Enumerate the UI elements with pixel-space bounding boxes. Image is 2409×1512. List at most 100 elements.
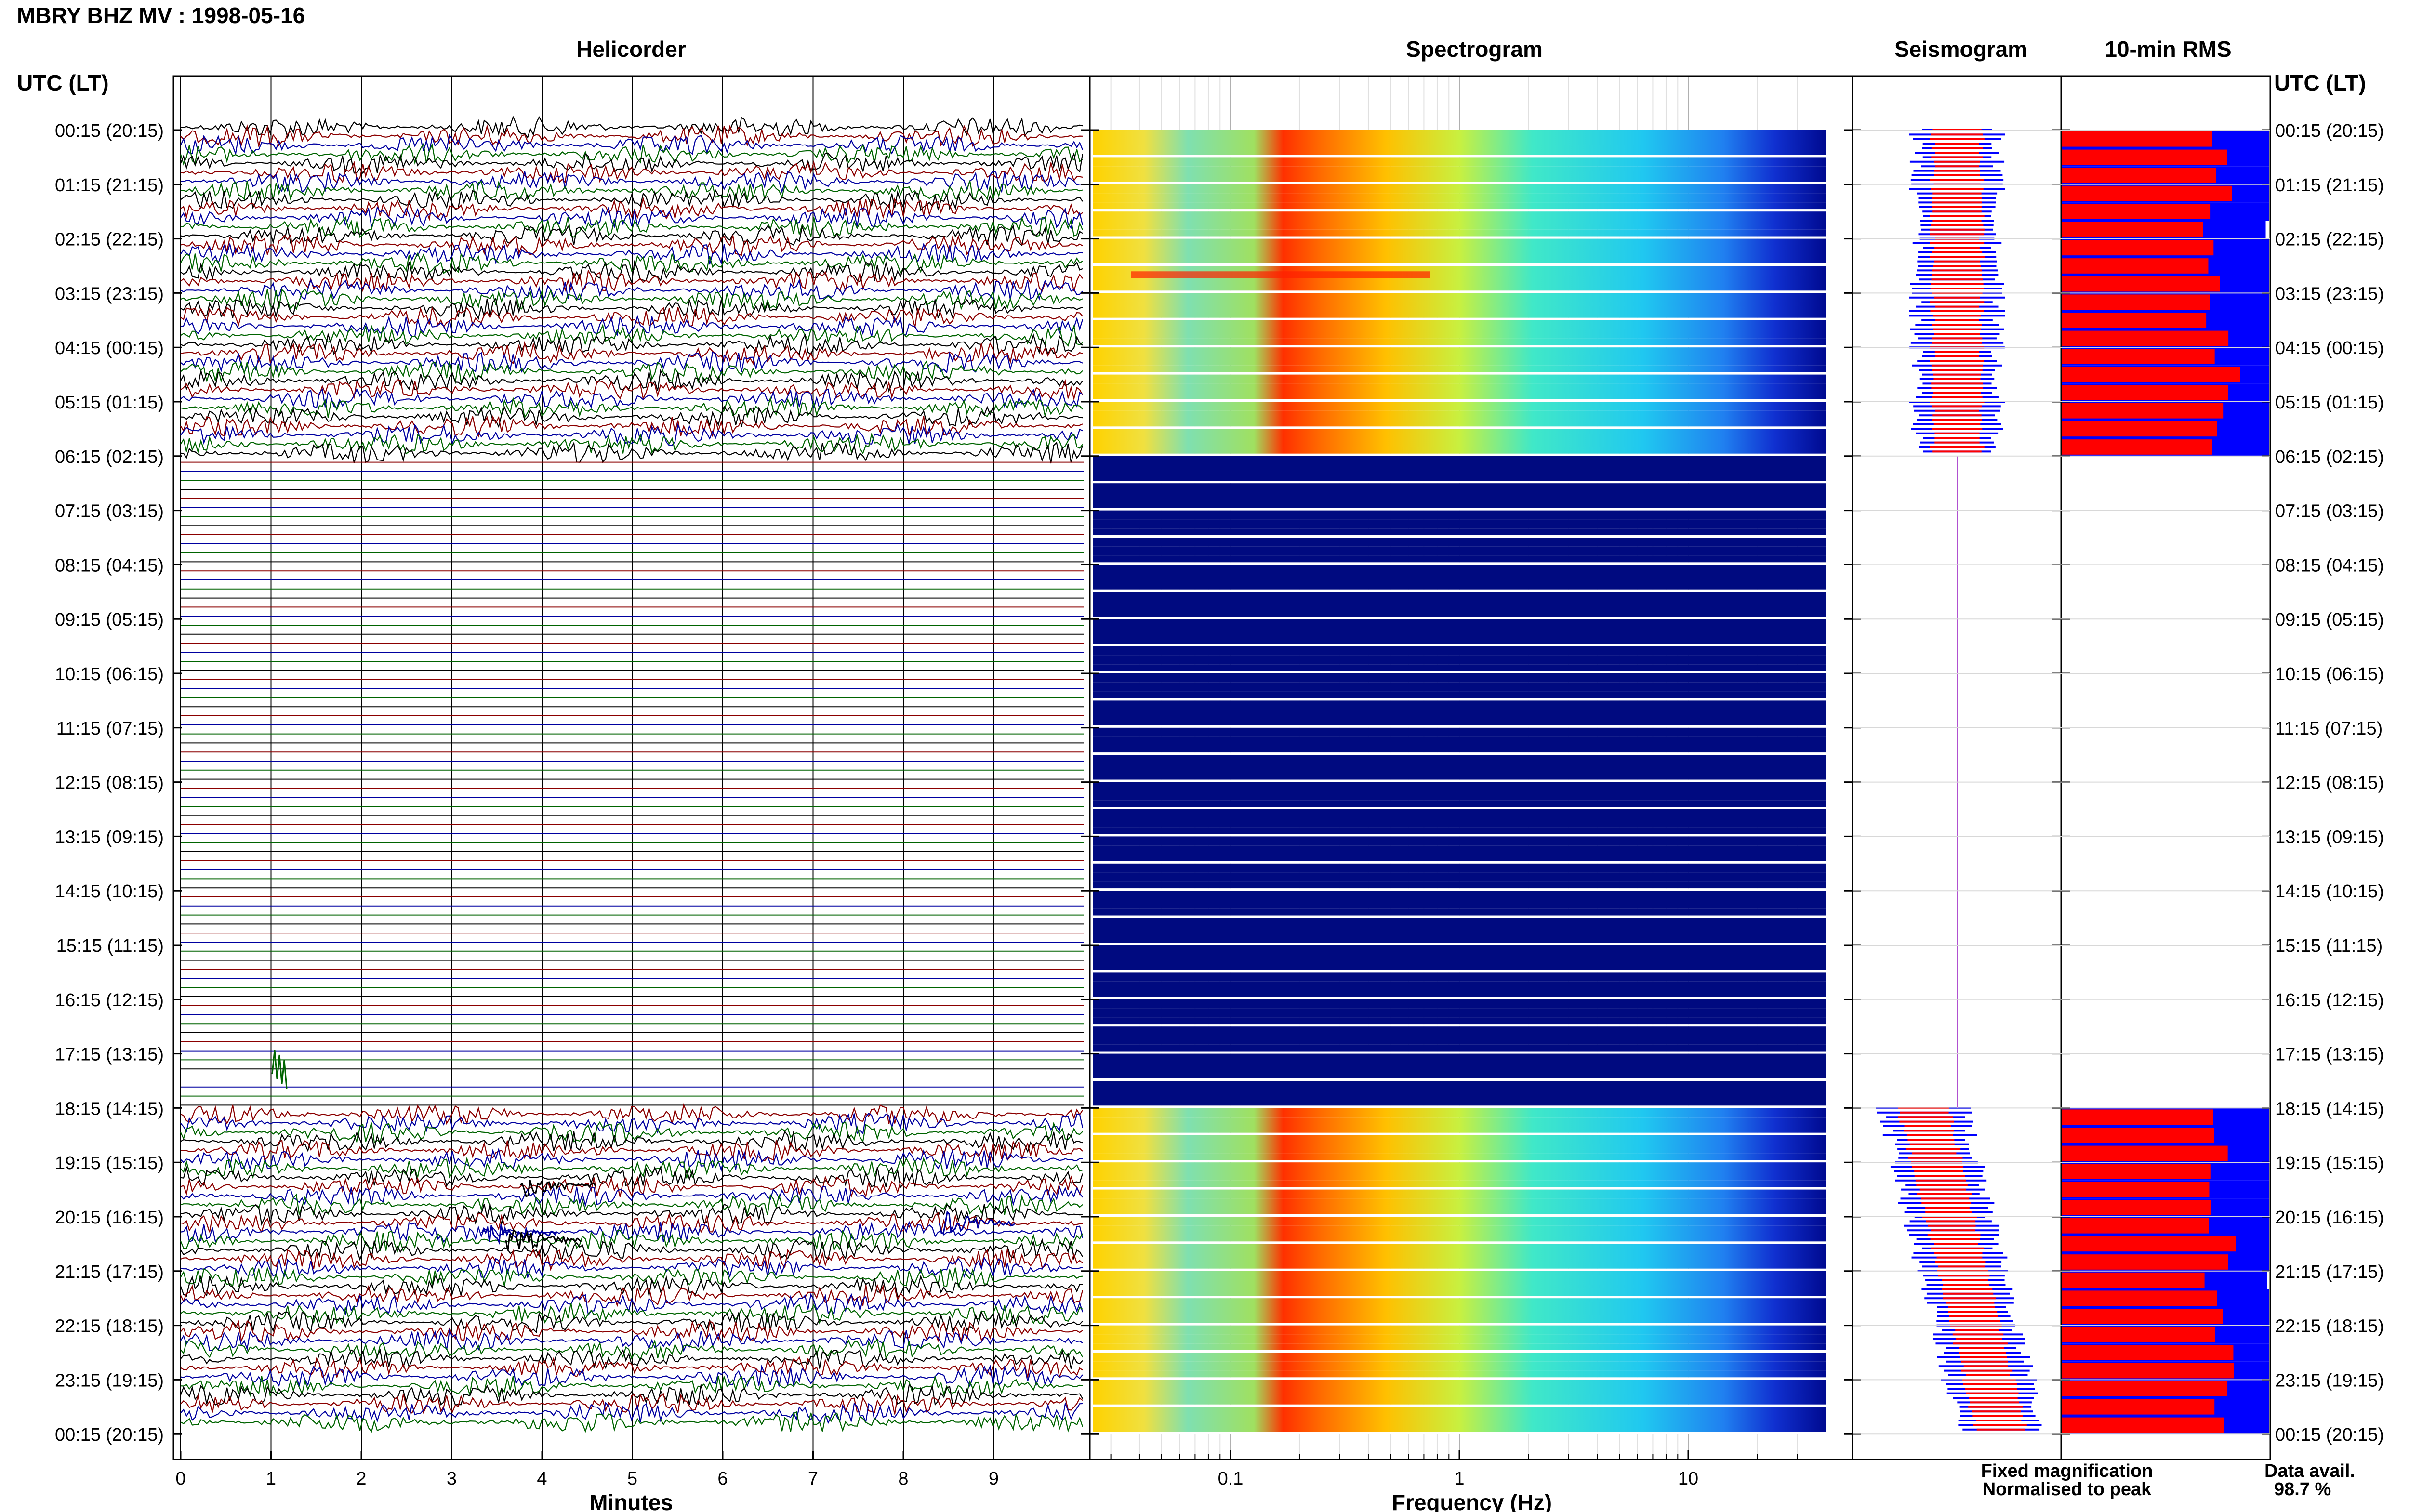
spectrogram-row bbox=[1093, 900, 1826, 909]
time-tick-left: 08:15 (04:15) bbox=[55, 555, 164, 576]
spectrogram-row-separator bbox=[1093, 617, 1826, 619]
helicorder-trace bbox=[180, 297, 1083, 320]
time-tick-left: 11:15 (07:15) bbox=[56, 719, 164, 739]
time-tick-right: 23:15 (19:15) bbox=[2275, 1370, 2384, 1391]
rms-normalised-bar bbox=[2062, 1182, 2210, 1197]
time-tick-right: 00:15 (20:15) bbox=[2275, 121, 2384, 141]
spectrogram-row-separator bbox=[1093, 1268, 1826, 1271]
spectrogram-xlabel: Frequency (Hz) bbox=[1392, 1490, 1552, 1512]
spectrogram-row bbox=[1093, 311, 1826, 318]
spectrogram-row bbox=[1093, 546, 1826, 556]
time-tick-left: 06:15 (02:15) bbox=[55, 447, 164, 467]
helicorder-trace bbox=[180, 1383, 1083, 1406]
spectrogram-row bbox=[1093, 773, 1826, 780]
data-avail-label: Data avail. bbox=[2264, 1461, 2355, 1481]
rms-normalised-bar bbox=[2062, 258, 2209, 274]
spectrogram-row bbox=[1093, 719, 1826, 725]
spectrogram-row bbox=[1093, 574, 1826, 583]
time-tick-right: 19:15 (15:15) bbox=[2275, 1153, 2384, 1173]
spectrogram-row bbox=[1093, 248, 1826, 257]
spectrogram-row bbox=[1093, 691, 1826, 698]
spectrogram-row bbox=[1093, 438, 1826, 447]
spectrogram-row bbox=[1093, 1044, 1826, 1052]
helicorder-trace bbox=[180, 1249, 1083, 1272]
spectrogram-row bbox=[1093, 1017, 1826, 1025]
seismogram-title: Seismogram bbox=[1894, 37, 2027, 62]
helicorder-trace bbox=[180, 1266, 1083, 1288]
spectrogram-row bbox=[1093, 791, 1826, 801]
spectrogram-row bbox=[1093, 592, 1826, 601]
spectrogram-row bbox=[1093, 872, 1826, 882]
spectrogram-row-separator bbox=[1093, 1432, 1826, 1434]
spectrogram-row bbox=[1093, 302, 1826, 311]
spectrogram-row bbox=[1093, 1389, 1826, 1398]
time-tick-left: 14:15 (10:15) bbox=[55, 881, 164, 902]
spectrogram-row bbox=[1093, 619, 1826, 628]
spectrogram-row-separator bbox=[1093, 426, 1826, 429]
rms-normalised-bar bbox=[2062, 1272, 2205, 1288]
spectrogram-row bbox=[1093, 1225, 1826, 1235]
spectrogram-row bbox=[1093, 492, 1826, 501]
spectrogram-row-separator bbox=[1093, 1187, 1826, 1190]
spectrogram-row bbox=[1093, 1117, 1826, 1126]
time-tick-right: 00:15 (20:15) bbox=[2275, 1425, 2384, 1445]
time-tick-left: 04:15 (00:15) bbox=[55, 338, 164, 358]
rms-normalised-bar bbox=[2062, 1309, 2223, 1324]
spectrogram-row bbox=[1093, 881, 1826, 889]
spectrogram-row bbox=[1093, 1343, 1826, 1350]
spectrogram-row bbox=[1093, 1126, 1826, 1133]
spectrogram-row bbox=[1093, 329, 1826, 339]
helicorder-xtick-label: 1 bbox=[266, 1469, 276, 1489]
spectrogram-row bbox=[1093, 202, 1826, 210]
spectrogram-row bbox=[1093, 483, 1826, 492]
spectrogram-row bbox=[1093, 1235, 1826, 1242]
time-tick-right: 17:15 (13:15) bbox=[2275, 1045, 2384, 1065]
helicorder-event bbox=[939, 1210, 1015, 1235]
helicorder-trace bbox=[180, 142, 1083, 166]
rms-normalised-bar bbox=[2062, 349, 2215, 364]
spectrogram-row bbox=[1093, 393, 1826, 399]
spectrogram-row bbox=[1093, 673, 1826, 683]
spectrogram-row bbox=[1093, 374, 1826, 384]
spectrogram-xtick-label: 10 bbox=[1678, 1469, 1698, 1489]
spectrogram-row bbox=[1093, 610, 1826, 617]
spectrogram-row bbox=[1093, 809, 1826, 818]
spectrogram-row bbox=[1093, 682, 1826, 692]
time-tick-left: 01:15 (21:15) bbox=[55, 175, 164, 196]
spectrogram-row bbox=[1093, 1090, 1826, 1099]
spectrogram-row-separator bbox=[1093, 1214, 1826, 1217]
spectrogram-row bbox=[1093, 1063, 1826, 1072]
spectrogram-row-separator bbox=[1093, 317, 1826, 320]
spectrogram-row bbox=[1093, 1244, 1826, 1253]
spectrogram-row bbox=[1093, 139, 1826, 148]
spectrogram-row bbox=[1093, 836, 1826, 846]
spectrogram-row bbox=[1093, 1072, 1826, 1078]
spectrogram-row bbox=[1093, 1008, 1826, 1018]
spectrogram-row bbox=[1093, 1026, 1826, 1036]
rms-normalised-bar bbox=[2062, 1109, 2213, 1125]
helicorder-trace bbox=[180, 1121, 1083, 1144]
spectrogram-row bbox=[1093, 221, 1826, 230]
spectrogram-row bbox=[1093, 1099, 1826, 1106]
helicorder-trace bbox=[180, 289, 1083, 312]
helicorder-trace bbox=[180, 115, 1083, 139]
spectrogram-row bbox=[1093, 1144, 1826, 1154]
spectrogram-row-separator bbox=[1093, 1078, 1826, 1081]
right-time-axis-label: UTC (LT) bbox=[2274, 70, 2366, 95]
spectrogram-row bbox=[1093, 1081, 1826, 1090]
rms-normalised-bar bbox=[2062, 1218, 2209, 1234]
spectrogram-row bbox=[1093, 1307, 1826, 1316]
spectrogram-row-separator bbox=[1093, 698, 1826, 701]
spectrogram-row bbox=[1093, 646, 1826, 656]
spectrogram-row bbox=[1093, 1361, 1826, 1371]
spectrogram-row bbox=[1093, 827, 1826, 834]
spectrogram-row-separator bbox=[1093, 1241, 1826, 1244]
spectrogram-row bbox=[1093, 501, 1826, 508]
spectrogram-title: Spectrogram bbox=[1406, 37, 1543, 62]
spectrogram-row-separator bbox=[1093, 155, 1826, 158]
spectrogram-row-separator bbox=[1093, 997, 1826, 999]
spectrogram-row bbox=[1093, 628, 1826, 637]
time-tick-left: 16:15 (12:15) bbox=[55, 990, 164, 1011]
spectrogram-row-separator bbox=[1093, 1132, 1826, 1135]
spectrogram-row bbox=[1093, 410, 1826, 420]
